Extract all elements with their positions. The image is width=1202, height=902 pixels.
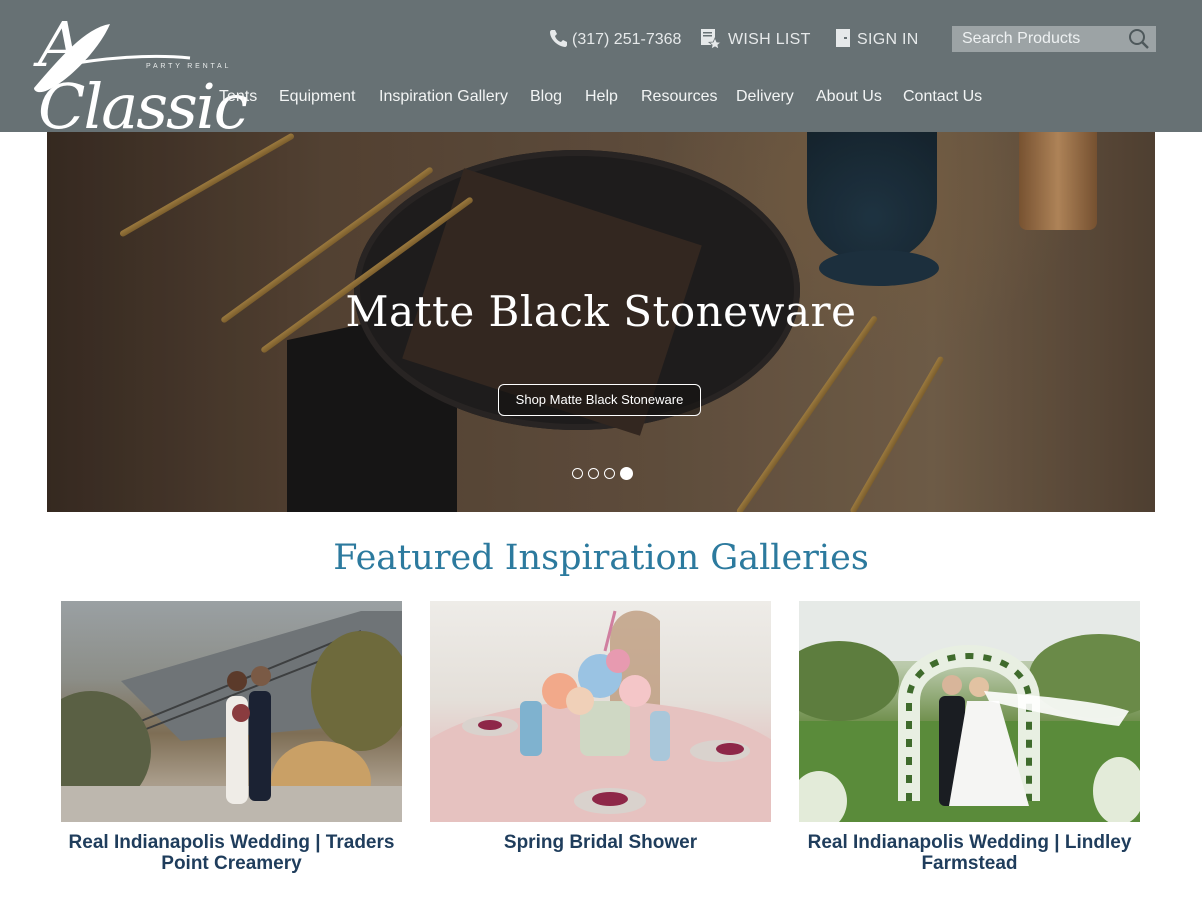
slider-dot-active[interactable]: [620, 467, 633, 480]
sign-in-label: SIGN IN: [857, 31, 919, 48]
nav-item-tents[interactable]: Tents: [219, 88, 257, 106]
nav-item-help[interactable]: Help: [585, 88, 618, 106]
gallery-caption[interactable]: Real Indianapolis Wedding | Lindley Farm…: [799, 832, 1140, 874]
gallery-image[interactable]: [61, 601, 402, 822]
site-header: A Classic PARTY RENTAL (317) 251-7368 WI…: [0, 0, 1202, 138]
hero-title: Matte Black Stoneware: [345, 287, 857, 336]
gallery-caption[interactable]: Spring Bridal Shower: [430, 832, 771, 853]
phone-link[interactable]: (317) 251-7368: [548, 28, 681, 52]
gallery-image[interactable]: [430, 601, 771, 822]
gallery-caption[interactable]: Real Indianapolis Wedding | Traders Poin…: [61, 832, 402, 874]
nav-item-inspiration-gallery[interactable]: Inspiration Gallery: [379, 88, 508, 106]
main-nav: Tents Equipment Inspiration Gallery Blog…: [0, 88, 1202, 112]
slider-dots: [572, 467, 633, 480]
ceremony-arch-photo-icon: [799, 601, 1140, 822]
brand-logo[interactable]: A Classic PARTY RENTAL: [30, 14, 248, 138]
table-setting-photo-icon: [430, 610, 771, 822]
search-box: [952, 26, 1156, 52]
wish-list-icon: [700, 27, 723, 54]
slider-dot[interactable]: [572, 468, 583, 479]
shop-button[interactable]: Shop Matte Black Stoneware: [498, 384, 701, 416]
search-icon[interactable]: [1128, 28, 1150, 50]
featured-title: Featured Inspiration Galleries: [333, 538, 869, 578]
nav-item-resources[interactable]: Resources: [641, 88, 717, 106]
gallery-card[interactable]: Spring Bridal Shower: [430, 601, 771, 853]
phone-icon: [548, 28, 568, 53]
phone-number: (317) 251-7368: [572, 31, 682, 48]
wish-list-label: WISH LIST: [728, 31, 811, 48]
slider-dot[interactable]: [588, 468, 599, 479]
nav-item-blog[interactable]: Blog: [530, 88, 562, 106]
wish-list-link[interactable]: WISH LIST: [700, 28, 811, 52]
hero-slider: Matte Black Stoneware Shop Matte Black S…: [47, 132, 1155, 512]
nav-item-delivery[interactable]: Delivery: [736, 88, 794, 106]
nav-item-equipment[interactable]: Equipment: [279, 88, 356, 106]
sign-in-icon: [835, 28, 851, 53]
slider-dot[interactable]: [604, 468, 615, 479]
gallery-card[interactable]: Real Indianapolis Wedding | Traders Poin…: [61, 601, 402, 874]
wedding-couple-photo-icon: [61, 611, 402, 822]
search-input[interactable]: [952, 26, 1122, 52]
nav-item-about-us[interactable]: About Us: [816, 88, 882, 106]
sign-in-link[interactable]: SIGN IN: [835, 28, 919, 52]
brand-name: A Classic: [38, 8, 248, 143]
brand-tagline: PARTY RENTAL: [146, 63, 232, 70]
gallery-image[interactable]: [799, 601, 1140, 822]
gallery-card[interactable]: Real Indianapolis Wedding | Lindley Farm…: [799, 601, 1140, 874]
nav-item-contact-us[interactable]: Contact Us: [903, 88, 982, 106]
